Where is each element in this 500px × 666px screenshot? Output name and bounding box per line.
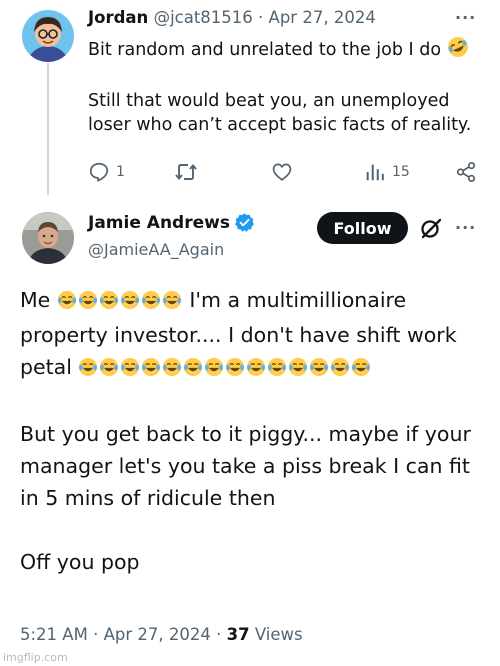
tears-of-joy-emoji-icon: [78, 354, 98, 386]
tweet-date[interactable]: Apr 27, 2024: [104, 625, 211, 644]
reply-count: 1: [116, 164, 125, 180]
reply-text-para2: Still that would beat you, an unemployed…: [88, 91, 472, 135]
avatar-jamie[interactable]: [22, 212, 74, 264]
main-text-para1: Me I'm a multimillionaire property inves…: [20, 284, 488, 386]
thread-line: [47, 63, 49, 195]
analytics-icon: [366, 164, 384, 181]
reply-author-name[interactable]: Jordan: [88, 8, 148, 27]
views-count: 15: [392, 164, 410, 180]
reply-icon: [89, 162, 109, 182]
tears-of-joy-emoji-icon: [288, 354, 308, 386]
main-text-para2: But you get back to it piggy... maybe if…: [20, 422, 471, 510]
tweet-views-label: Views: [254, 625, 303, 644]
tears-of-joy-emoji-icon: [183, 354, 203, 386]
meta-separator: ·: [216, 625, 222, 644]
tears-of-joy-emoji-icon: [330, 354, 350, 386]
tears-of-joy-emoji-icon: [351, 354, 371, 386]
reply-more-icon[interactable]: ···: [455, 8, 476, 27]
reply-author-handle[interactable]: @jcat81516: [154, 8, 253, 27]
tears-of-joy-emoji-run: [57, 288, 183, 312]
main-author-handle[interactable]: @JamieAA_Again: [88, 240, 224, 259]
main-text: Me I'm a multimillionaire property inves…: [20, 284, 488, 578]
main-text-para3: Off you pop: [20, 550, 140, 574]
tears-of-joy-emoji-icon: [99, 287, 119, 319]
tears-of-joy-emoji-icon: [246, 354, 266, 386]
verified-badge-icon: [235, 213, 254, 232]
tears-of-joy-emoji-icon: [162, 287, 182, 319]
tweet-time[interactable]: 5:21 AM: [20, 625, 88, 644]
avatar-jordan[interactable]: [22, 10, 74, 62]
reply-separator: ·: [258, 8, 264, 27]
tweet-meta: 5:21 AM · Apr 27, 2024 · 37 Views: [20, 625, 303, 644]
share-icon: [456, 161, 476, 183]
heart-icon: [272, 163, 292, 181]
tears-of-joy-emoji-icon: [309, 354, 329, 386]
tears-of-joy-emoji-icon: [141, 287, 161, 319]
views-action[interactable]: 15: [364, 160, 410, 184]
tweet-views-count: 37: [226, 625, 250, 644]
meta-separator: ·: [93, 625, 99, 644]
tears-of-joy-emoji-icon: [162, 354, 182, 386]
share-action[interactable]: [455, 160, 477, 184]
tears-of-joy-emoji-icon: [204, 354, 224, 386]
tears-of-joy-emoji-icon: [267, 354, 287, 386]
grok-icon[interactable]: [419, 216, 443, 244]
reply-text: Bit random and unrelated to the job I do…: [88, 36, 488, 137]
main-para1-before: Me: [20, 288, 51, 312]
reply-text-line1: Bit random and unrelated to the job I do: [88, 40, 442, 60]
reply-header: Jordan @jcat81516 · Apr 27, 2024: [88, 8, 376, 27]
main-name-row: Jamie Andrews: [88, 212, 255, 233]
tears-of-joy-emoji-icon: [78, 287, 98, 319]
reply-action[interactable]: 1: [88, 160, 125, 184]
tears-of-joy-emoji-icon: [141, 354, 161, 386]
tears-of-joy-emoji-icon: [225, 354, 245, 386]
retweet-icon: [175, 164, 197, 180]
tears-of-joy-emoji-icon: [57, 287, 77, 319]
tears-of-joy-emoji-icon: [120, 354, 140, 386]
like-action[interactable]: [271, 160, 299, 184]
main-author-name[interactable]: Jamie Andrews: [88, 213, 230, 233]
reply-date[interactable]: Apr 27, 2024: [269, 8, 376, 27]
follow-button[interactable]: Follow: [317, 212, 408, 244]
main-more-icon[interactable]: ···: [455, 218, 476, 237]
retweet-action[interactable]: [174, 160, 204, 184]
tears-of-joy-emoji-icon: [120, 287, 140, 319]
rolling-laughing-emoji-icon: [447, 36, 469, 65]
imgflip-watermark: imgflip.com: [3, 651, 68, 664]
tears-of-joy-emoji-icon: [99, 354, 119, 386]
tears-of-joy-emoji-run: [78, 355, 372, 379]
